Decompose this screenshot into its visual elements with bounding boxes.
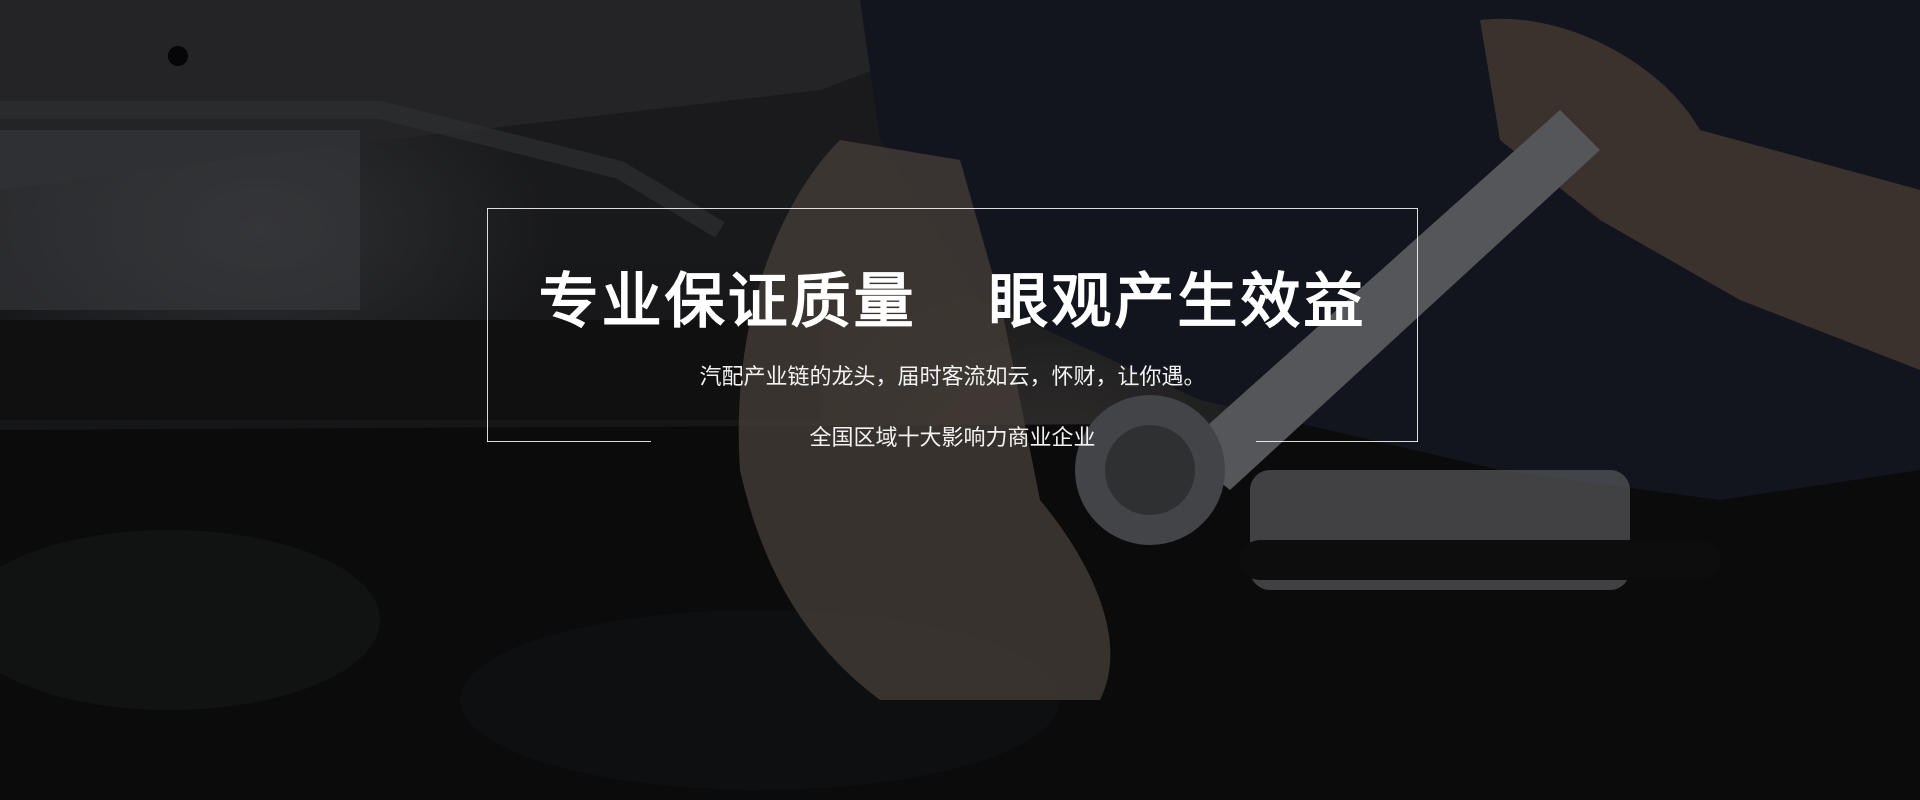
headline-part-1: 专业保证质量 — [538, 267, 917, 337]
headline-part-2: 眼观产生效益 — [988, 267, 1367, 337]
banner-subtitle: 汽配产业链的龙头，届时客流如云，怀财，让你遇。 — [699, 365, 1206, 390]
frame-top-border — [487, 208, 1418, 209]
hero-banner: 专业保证质量 眼观产生效益 汽配产业链的龙头，届时客流如云，怀财，让你遇。 全国… — [0, 0, 1920, 800]
banner-headline: 专业保证质量 眼观产生效益 — [487, 262, 1418, 342]
banner-tagline: 全国区域十大影响力商业企业 — [809, 426, 1096, 451]
